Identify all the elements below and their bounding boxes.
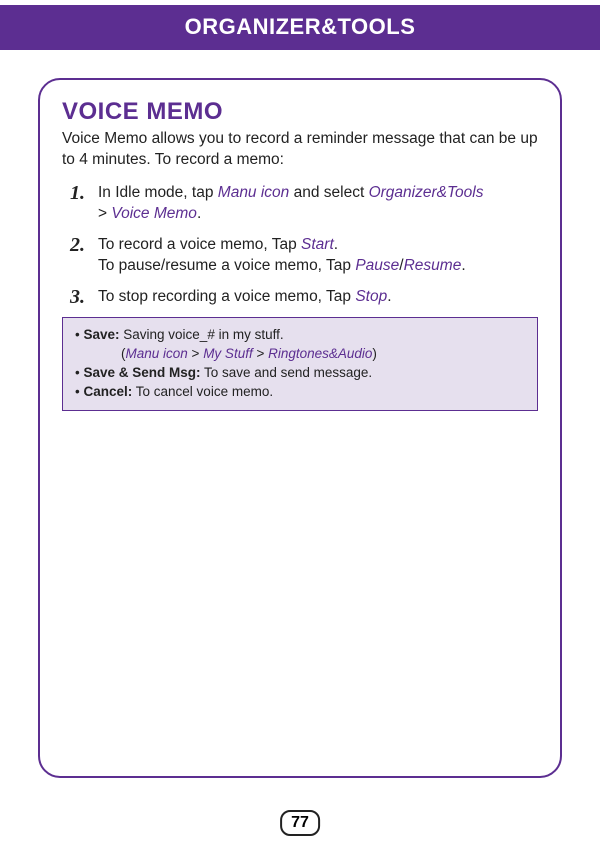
section-intro: Voice Memo allows you to record a remind… — [62, 129, 538, 171]
info-cancel-row: • Cancel: To cancel voice memo. — [75, 383, 525, 402]
cancel-text: To cancel voice memo. — [132, 384, 273, 399]
step-3: 3. To stop recording a voice memo, Tap S… — [70, 287, 538, 308]
step-text: . — [197, 205, 201, 222]
voice-memo-ref: Voice Memo — [111, 205, 197, 222]
cancel-label: Cancel: — [83, 384, 132, 399]
info-box: • Save: Saving voice_# in my stuff. (Man… — [62, 317, 538, 411]
manu-icon-ref: Manu icon — [218, 184, 290, 201]
sendmsg-label: Save & Send Msg: — [83, 365, 200, 380]
header-title: ORGANIZER&TOOLS — [185, 14, 416, 39]
save-path: (Manu icon > My Stuff > Ringtones&Audio) — [75, 345, 525, 364]
content-frame: VOICE MEMO Voice Memo allows you to reco… — [38, 78, 562, 778]
ringtones-ref: Ringtones&Audio — [268, 346, 372, 361]
step-2: 2. To record a voice memo, Tap Start. To… — [70, 235, 538, 277]
step-number: 2. — [70, 232, 85, 259]
step-text: and select — [289, 184, 368, 201]
info-save-row: • Save: Saving voice_# in my stuff. (Man… — [75, 326, 525, 364]
step-number: 3. — [70, 284, 85, 311]
step-number: 1. — [70, 180, 85, 207]
paren-close: ) — [372, 346, 377, 361]
stop-ref: Stop — [355, 288, 387, 305]
step-text: To stop recording a voice memo, Tap — [98, 288, 355, 305]
section-title: VOICE MEMO — [62, 98, 538, 126]
step-text: > — [98, 205, 111, 222]
step-text: To record a voice memo, Tap — [98, 236, 301, 253]
steps-list: 1. In Idle mode, tap Manu icon and selec… — [62, 183, 538, 308]
step-text: To pause/resume a voice memo, Tap — [98, 257, 355, 274]
page-number: 77 — [280, 810, 320, 836]
save-text: Saving voice_# in my stuff. — [120, 327, 284, 342]
manu-icon-ref: Manu icon — [126, 346, 188, 361]
mystuff-ref: My Stuff — [203, 346, 253, 361]
sendmsg-text: To save and send message. — [201, 365, 373, 380]
resume-ref: Resume — [404, 257, 462, 274]
save-label: Save: — [83, 327, 119, 342]
step-text: In Idle mode, tap — [98, 184, 218, 201]
info-sendmsg-row: • Save & Send Msg: To save and send mess… — [75, 364, 525, 383]
gt: > — [188, 346, 203, 361]
header-bar: ORGANIZER&TOOLS — [0, 5, 600, 50]
step-text: . — [461, 257, 465, 274]
step-text: . — [334, 236, 338, 253]
start-ref: Start — [301, 236, 334, 253]
step-1: 1. In Idle mode, tap Manu icon and selec… — [70, 183, 538, 225]
organizer-tools-ref: Organizer&Tools — [369, 184, 484, 201]
gt: > — [253, 346, 268, 361]
pause-ref: Pause — [355, 257, 399, 274]
step-text: . — [387, 288, 391, 305]
